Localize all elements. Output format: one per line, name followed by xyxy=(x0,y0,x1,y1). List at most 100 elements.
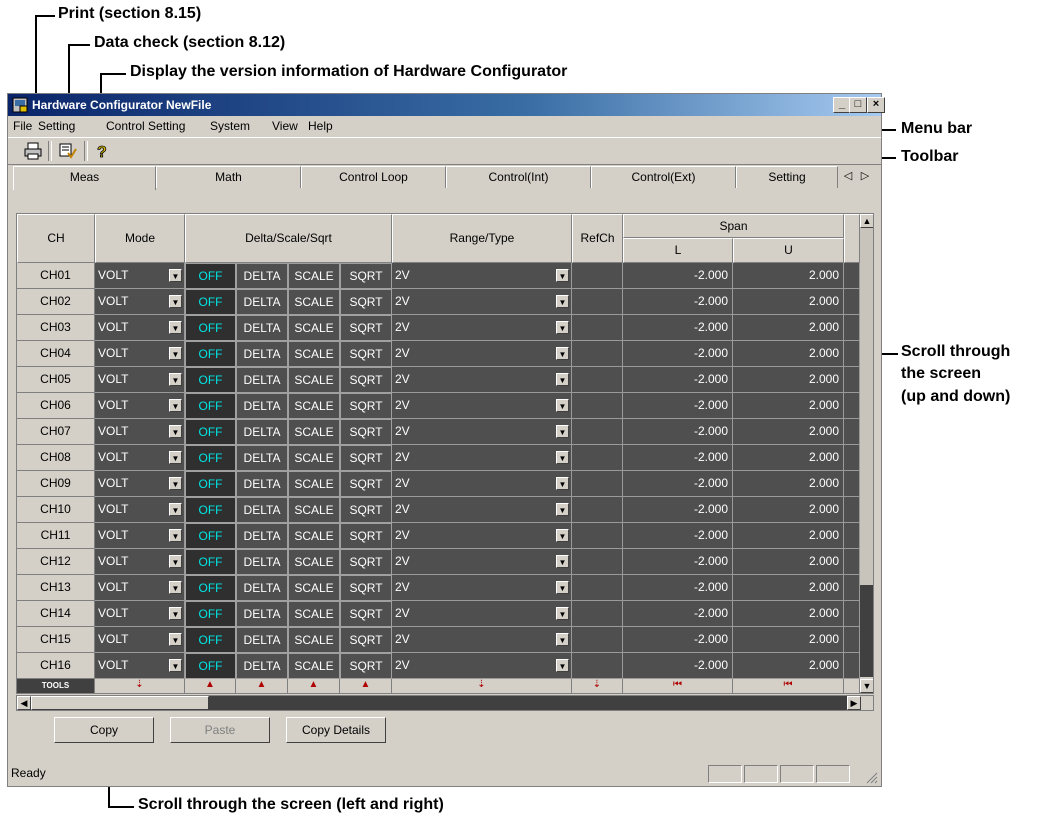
scale-toggle[interactable]: SCALE xyxy=(288,263,340,289)
span-l-cell[interactable]: -2.000 xyxy=(623,367,733,393)
delta-toggle[interactable]: DELTA xyxy=(236,523,288,549)
refch-fill-down-icon[interactable]: ⇣ xyxy=(572,679,623,693)
sqrt-toggle[interactable]: SQRT xyxy=(340,601,392,627)
scale-toggle[interactable]: SCALE xyxy=(288,497,340,523)
dropdown-arrow-icon[interactable]: ▼ xyxy=(556,347,569,360)
printer-icon[interactable] xyxy=(23,141,43,161)
scroll-left-icon[interactable]: ◀ xyxy=(17,696,31,710)
title-bar[interactable]: Hardware Configurator NewFile _ □ × xyxy=(8,94,885,116)
mode-select[interactable]: VOLT ▼ xyxy=(95,367,185,393)
scale-toggle[interactable]: SCALE xyxy=(288,601,340,627)
delta-toggle[interactable]: DELTA xyxy=(236,575,288,601)
paste-button[interactable]: Paste xyxy=(170,717,270,743)
delta-toggle[interactable]: DELTA xyxy=(236,341,288,367)
scroll-down-icon[interactable]: ▼ xyxy=(860,679,873,693)
span-u-cell[interactable]: 2.000 xyxy=(733,445,844,471)
sqrt-toggle[interactable]: SQRT xyxy=(340,497,392,523)
off-toggle[interactable]: OFF xyxy=(185,627,236,653)
span-l-cell[interactable]: -2.000 xyxy=(623,497,733,523)
off-toggle[interactable]: OFF xyxy=(185,601,236,627)
range-select[interactable]: 2V ▼ xyxy=(392,341,572,367)
delta-toggle[interactable]: DELTA xyxy=(236,393,288,419)
range-select[interactable]: 2V ▼ xyxy=(392,601,572,627)
off-toggle[interactable]: OFF xyxy=(185,445,236,471)
horizontal-scroll-track[interactable] xyxy=(209,696,847,710)
scroll-right-icon[interactable]: ▶ xyxy=(847,696,861,710)
refch-cell[interactable] xyxy=(572,497,623,523)
menu-setting[interactable]: Setting xyxy=(38,119,75,133)
off-toggle[interactable]: OFF xyxy=(185,523,236,549)
delta-toggle[interactable]: DELTA xyxy=(236,549,288,575)
span-l-cell[interactable]: -2.000 xyxy=(623,289,733,315)
tab-math[interactable]: Math xyxy=(156,166,301,188)
delta-toggle[interactable]: DELTA xyxy=(236,497,288,523)
off-toggle[interactable]: OFF xyxy=(185,653,236,679)
sqrt-toggle[interactable]: SQRT xyxy=(340,393,392,419)
menu-file[interactable]: File xyxy=(13,119,32,133)
dropdown-arrow-icon[interactable]: ▼ xyxy=(169,581,182,594)
sqrt-toggle[interactable]: SQRT xyxy=(340,523,392,549)
scale-toggle[interactable]: SCALE xyxy=(288,575,340,601)
off-toggle[interactable]: OFF xyxy=(185,315,236,341)
off-toggle[interactable]: OFF xyxy=(185,549,236,575)
range-select[interactable]: 2V ▼ xyxy=(392,367,572,393)
vertical-scroll-track[interactable] xyxy=(860,228,873,585)
tab-scroll-left-icon[interactable]: ◁ xyxy=(841,168,855,184)
range-fill-down-icon[interactable]: ⇣ xyxy=(392,679,572,693)
dropdown-arrow-icon[interactable]: ▼ xyxy=(169,607,182,620)
refch-cell[interactable] xyxy=(572,627,623,653)
refch-cell[interactable] xyxy=(572,653,623,679)
sqrt-toggle[interactable]: SQRT xyxy=(340,549,392,575)
mode-select[interactable]: VOLT ▼ xyxy=(95,263,185,289)
copy-button[interactable]: Copy xyxy=(54,717,154,743)
dropdown-arrow-icon[interactable]: ▼ xyxy=(556,295,569,308)
range-select[interactable]: 2V ▼ xyxy=(392,471,572,497)
refch-cell[interactable] xyxy=(572,263,623,289)
span-u-cell[interactable]: 2.000 xyxy=(733,471,844,497)
range-select[interactable]: 2V ▼ xyxy=(392,393,572,419)
range-select[interactable]: 2V ▼ xyxy=(392,289,572,315)
span-u-cell[interactable]: 2.000 xyxy=(733,523,844,549)
mode-select[interactable]: VOLT ▼ xyxy=(95,627,185,653)
scale-toggle[interactable]: SCALE xyxy=(288,627,340,653)
off-toggle[interactable]: OFF xyxy=(185,263,236,289)
scale-fill-icon[interactable]: ▲ xyxy=(288,679,340,693)
dropdown-arrow-icon[interactable]: ▼ xyxy=(169,477,182,490)
dropdown-arrow-icon[interactable]: ▼ xyxy=(556,607,569,620)
dropdown-arrow-icon[interactable]: ▼ xyxy=(556,425,569,438)
delta-toggle[interactable]: DELTA xyxy=(236,627,288,653)
mode-select[interactable]: VOLT ▼ xyxy=(95,523,185,549)
delta-toggle[interactable]: DELTA xyxy=(236,263,288,289)
off-toggle[interactable]: OFF xyxy=(185,497,236,523)
mode-select[interactable]: VOLT ▼ xyxy=(95,445,185,471)
resize-grip-icon[interactable] xyxy=(864,770,878,784)
sqrt-toggle[interactable]: SQRT xyxy=(340,289,392,315)
delta-toggle[interactable]: DELTA xyxy=(236,367,288,393)
span-u-cell[interactable]: 2.000 xyxy=(733,393,844,419)
sqrt-toggle[interactable]: SQRT xyxy=(340,653,392,679)
tab-control-loop[interactable]: Control Loop xyxy=(301,166,446,188)
span-u-cell[interactable]: 2.000 xyxy=(733,627,844,653)
vertical-scroll-thumb[interactable] xyxy=(860,585,873,677)
sqrt-toggle[interactable]: SQRT xyxy=(340,315,392,341)
range-select[interactable]: 2V ▼ xyxy=(392,523,572,549)
refch-cell[interactable] xyxy=(572,471,623,497)
scale-toggle[interactable]: SCALE xyxy=(288,315,340,341)
scroll-up-icon[interactable]: ▲ xyxy=(860,214,873,228)
dropdown-arrow-icon[interactable]: ▼ xyxy=(556,373,569,386)
sqrt-toggle[interactable]: SQRT xyxy=(340,263,392,289)
mode-select[interactable]: VOLT ▼ xyxy=(95,471,185,497)
delta-toggle[interactable]: DELTA xyxy=(236,653,288,679)
span-l-cell[interactable]: -2.000 xyxy=(623,263,733,289)
span-u-cell[interactable]: 2.000 xyxy=(733,341,844,367)
scale-toggle[interactable]: SCALE xyxy=(288,549,340,575)
help-icon[interactable]: ? xyxy=(92,141,112,161)
refch-cell[interactable] xyxy=(572,575,623,601)
sqrt-toggle[interactable]: SQRT xyxy=(340,575,392,601)
off-toggle[interactable]: OFF xyxy=(185,575,236,601)
span-l-cell[interactable]: -2.000 xyxy=(623,393,733,419)
span-l-copy-icon[interactable]: ⏮ xyxy=(623,679,733,693)
span-u-cell[interactable]: 2.000 xyxy=(733,575,844,601)
range-select[interactable]: 2V ▼ xyxy=(392,263,572,289)
scale-toggle[interactable]: SCALE xyxy=(288,523,340,549)
